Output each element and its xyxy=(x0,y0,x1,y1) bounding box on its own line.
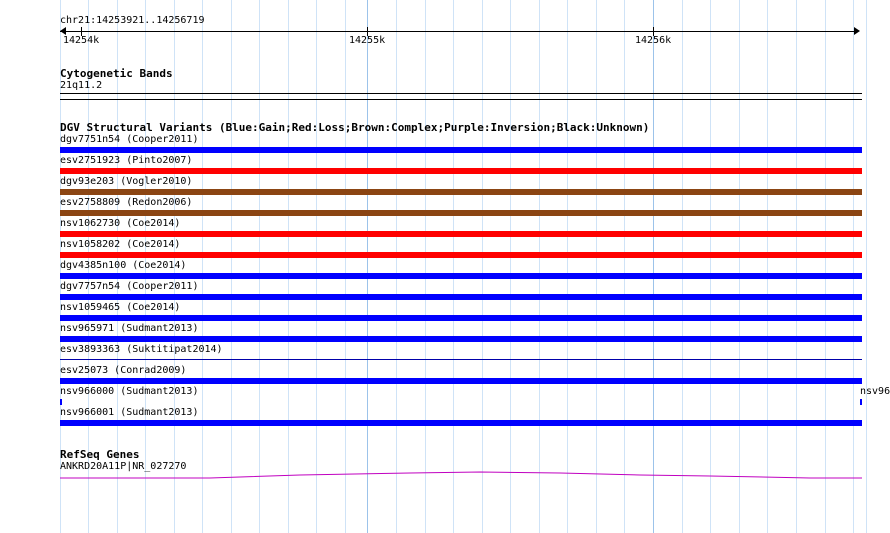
variant-bar[interactable] xyxy=(60,189,862,195)
grid-line xyxy=(710,0,711,533)
grid-line xyxy=(796,0,797,533)
variant-label[interactable]: nsv1058202 (Coe2014) xyxy=(60,239,180,251)
variant-bar[interactable] xyxy=(60,294,862,300)
track-title-dgv[interactable]: DGV Structural Variants (Blue:Gain;Red:L… xyxy=(60,121,649,134)
variant-bar[interactable] xyxy=(60,252,862,258)
variant-bar[interactable] xyxy=(60,315,862,321)
variant-bar[interactable] xyxy=(60,378,862,384)
grid-line xyxy=(288,0,289,533)
grid-line xyxy=(202,0,203,533)
variant-label[interactable]: dgv4385n100 (Coe2014) xyxy=(60,260,186,272)
variant-bar[interactable] xyxy=(60,231,862,237)
grid-line xyxy=(482,0,483,533)
grid-line xyxy=(853,0,854,533)
variant-label[interactable]: nsv1059465 (Coe2014) xyxy=(60,302,180,314)
variant-edge-mark[interactable] xyxy=(860,399,862,405)
variant-bar[interactable] xyxy=(60,273,862,279)
track-title-refseq[interactable]: RefSeq Genes xyxy=(60,448,139,461)
variant-bar[interactable] xyxy=(60,147,862,153)
band-label: 21q11.2 xyxy=(60,80,103,91)
grid-line xyxy=(682,0,683,533)
variant-bar[interactable] xyxy=(60,420,862,426)
ruler-tick-label: 14256k xyxy=(635,35,672,46)
grid-line-major xyxy=(653,0,654,533)
variant-label[interactable]: dgv7751n54 (Cooper2011) xyxy=(60,134,198,146)
variant-label-right[interactable]: nsv96 xyxy=(860,386,890,398)
grid-line xyxy=(866,0,867,533)
variant-bar[interactable] xyxy=(60,359,862,360)
ruler-tick-label: 14254k xyxy=(63,35,100,46)
gene-model[interactable] xyxy=(0,465,890,485)
grid-line xyxy=(510,0,511,533)
gene-intron-line xyxy=(60,471,862,479)
grid-line xyxy=(739,0,740,533)
variant-label[interactable]: esv3893363 (Suktitipat2014) xyxy=(60,344,223,356)
band-outline-bottom xyxy=(60,99,862,100)
track-title-cytobands[interactable]: Cytogenetic Bands xyxy=(60,67,173,80)
grid-line xyxy=(396,0,397,533)
variant-label[interactable]: nsv966000 (Sudmant2013) xyxy=(60,386,198,398)
grid-line xyxy=(596,0,597,533)
variant-label[interactable]: nsv965971 (Sudmant2013) xyxy=(60,323,198,335)
grid-line xyxy=(539,0,540,533)
grid-line xyxy=(345,0,346,533)
variant-edge-mark[interactable] xyxy=(60,399,62,405)
arrow-right-icon[interactable] xyxy=(854,27,860,35)
grid-line xyxy=(425,0,426,533)
variant-label[interactable]: esv2758809 (Redon2006) xyxy=(60,197,192,209)
variant-bar[interactable] xyxy=(60,336,862,342)
variant-label[interactable]: esv25073 (Conrad2009) xyxy=(60,365,186,377)
variant-bar[interactable] xyxy=(60,168,862,174)
band-outline-top xyxy=(60,93,862,94)
grid-line-major xyxy=(367,0,368,533)
variant-label[interactable]: esv2751923 (Pinto2007) xyxy=(60,155,192,167)
grid-line xyxy=(231,0,232,533)
grid-line xyxy=(767,0,768,533)
ruler-tick-label: 14255k xyxy=(349,35,386,46)
grid-line xyxy=(825,0,826,533)
variant-bar[interactable] xyxy=(60,210,862,216)
variant-label[interactable]: nsv1062730 (Coe2014) xyxy=(60,218,180,230)
grid-line xyxy=(316,0,317,533)
location-label: chr21:14253921..14256719 xyxy=(60,15,205,26)
grid-line xyxy=(624,0,625,533)
variant-label[interactable]: dgv7757n54 (Cooper2011) xyxy=(60,281,198,293)
variant-label[interactable]: dgv93e203 (Vogler2010) xyxy=(60,176,192,188)
grid-line xyxy=(567,0,568,533)
ruler-axis xyxy=(60,31,858,32)
variant-label[interactable]: nsv966001 (Sudmant2013) xyxy=(60,407,198,419)
grid-line xyxy=(259,0,260,533)
grid-line xyxy=(453,0,454,533)
arrow-left-icon[interactable] xyxy=(60,27,66,35)
